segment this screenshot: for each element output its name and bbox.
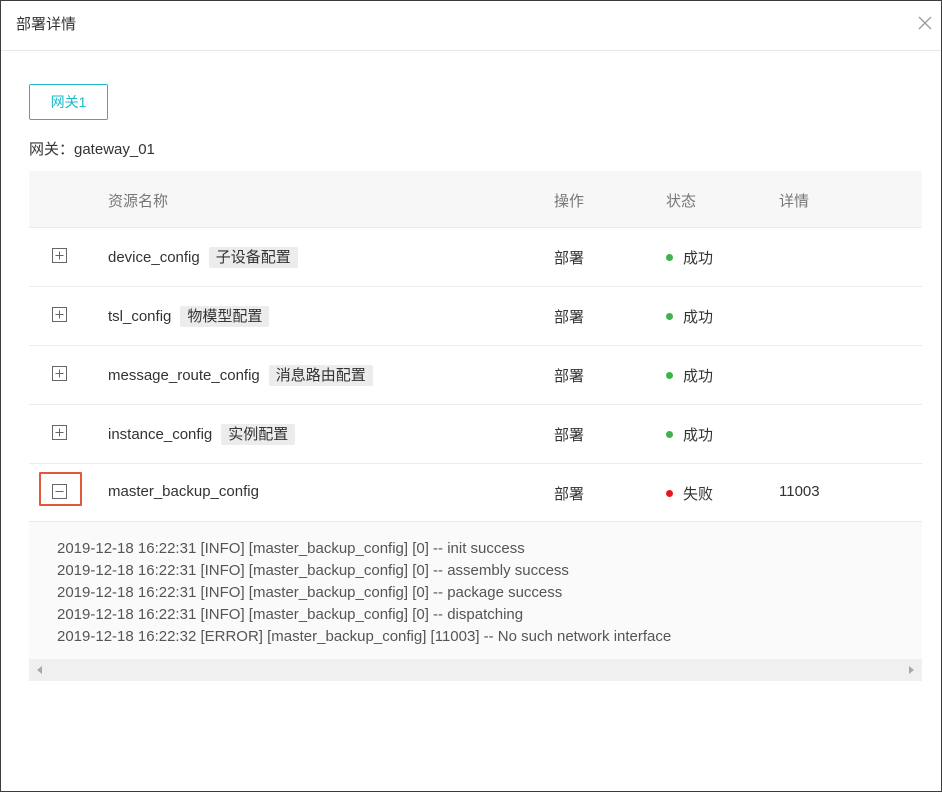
table-header: 资源名称 操作 状态 详情 [29, 171, 922, 228]
status-dot-success [666, 431, 673, 438]
status-text: 成功 [683, 368, 714, 385]
plus-square-icon[interactable] [52, 425, 67, 440]
operation-cell: 部署 [554, 368, 585, 385]
table-row: message_route_config 消息路由配置 部署 成功 [29, 346, 922, 405]
status-cell: 成功 [666, 247, 713, 268]
status-cell: 失败 [666, 483, 713, 504]
table-row: instance_config 实例配置 部署 成功 [29, 405, 922, 464]
log-line: 2019-12-18 16:22:32 [ERROR] [master_back… [57, 628, 672, 645]
resource-name: message_route_config 消息路由配置 [108, 365, 373, 386]
minus-square-icon[interactable] [52, 484, 67, 499]
resource-name: instance_config 实例配置 [108, 424, 296, 445]
status-text: 失败 [683, 486, 714, 503]
status-dot-success [666, 254, 673, 261]
table-row: device_config 子设备配置 部署 成功 [29, 228, 922, 287]
status-dot-success [666, 313, 673, 320]
resource-tag: 物模型配置 [180, 306, 270, 327]
status-text: 成功 [683, 309, 714, 326]
column-header-op: 操作 [554, 193, 585, 210]
horizontal-scrollbar[interactable] [29, 659, 922, 681]
gateway-label: 网关：gateway_01 [29, 141, 155, 158]
plus-square-icon[interactable] [52, 248, 67, 263]
scroll-right-icon[interactable] [906, 665, 916, 675]
operation-cell: 部署 [554, 250, 585, 267]
operation-cell: 部署 [554, 309, 585, 326]
status-dot-fail [666, 490, 673, 497]
log-panel: 2019-12-18 16:22:31 [INFO] [master_backu… [29, 522, 922, 681]
dialog-title: 部署详情 [16, 16, 77, 33]
table-row: tsl_config 物模型配置 部署 成功 [29, 287, 922, 346]
tab-gateway-1[interactable]: 网关1 [29, 84, 108, 120]
plus-square-icon[interactable] [52, 307, 67, 322]
resource-name: device_config 子设备配置 [108, 247, 298, 268]
detail-cell: 11003 [779, 483, 820, 500]
resource-table: 资源名称 操作 状态 详情 device_config 子设备配置 部署 成功 [29, 171, 922, 681]
column-header-name: 资源名称 [108, 193, 169, 210]
resource-tag: 子设备配置 [208, 247, 298, 268]
operation-cell: 部署 [554, 427, 585, 444]
log-line: 2019-12-18 16:22:31 [INFO] [master_backu… [57, 540, 525, 557]
status-text: 成功 [683, 427, 714, 444]
resource-name-text: master_backup_config [108, 483, 259, 500]
deploy-detail-dialog: 部署详情 网关1 网关：gateway_01 资源名称 操作 状态 详情 dev… [0, 0, 942, 792]
column-header-detail: 详情 [779, 193, 810, 210]
plus-square-icon[interactable] [52, 366, 67, 381]
status-cell: 成功 [666, 424, 713, 445]
resource-name: tsl_config 物模型配置 [108, 306, 270, 327]
status-cell: 成功 [666, 306, 713, 327]
resource-name: master_backup_config [108, 483, 259, 500]
dialog-header: 部署详情 [1, 1, 941, 51]
resource-name-text: instance_config [108, 426, 213, 443]
status-text: 成功 [683, 250, 714, 267]
table-row: master_backup_config 部署 失败 11003 [29, 464, 922, 522]
log-line: 2019-12-18 16:22:31 [INFO] [master_backu… [57, 562, 569, 579]
status-cell: 成功 [666, 365, 713, 386]
operation-cell: 部署 [554, 486, 585, 503]
resource-name-text: tsl_config [108, 308, 172, 325]
log-lines: 2019-12-18 16:22:31 [INFO] [master_backu… [57, 538, 671, 648]
resource-tag: 实例配置 [221, 424, 296, 445]
close-icon[interactable] [917, 15, 933, 31]
resource-name-text: device_config [108, 249, 200, 266]
scroll-left-icon[interactable] [35, 665, 45, 675]
log-line: 2019-12-18 16:22:31 [INFO] [master_backu… [57, 606, 524, 623]
status-dot-success [666, 372, 673, 379]
resource-name-text: message_route_config [108, 367, 260, 384]
log-line: 2019-12-18 16:22:31 [INFO] [master_backu… [57, 584, 563, 601]
resource-tag: 消息路由配置 [268, 365, 373, 386]
column-header-status: 状态 [666, 193, 697, 210]
